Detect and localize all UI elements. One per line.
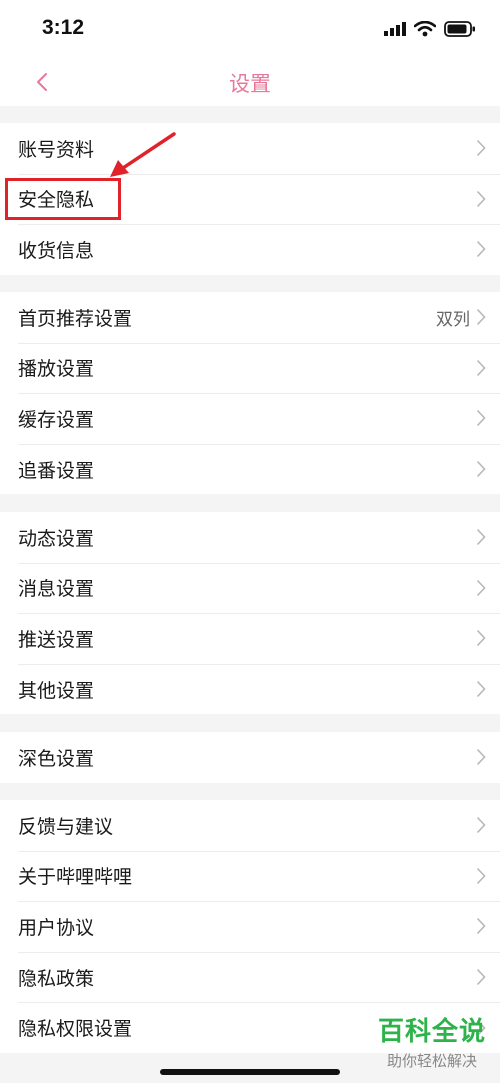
settings-row-home-recommend[interactable]: 首页推荐设置 双列 [0, 292, 500, 343]
annotation-arrow-icon [110, 132, 176, 177]
settings-row-cache[interactable]: 缓存设置 [0, 393, 500, 444]
chevron-right-icon [476, 630, 486, 647]
row-label: 其他设置 [18, 679, 95, 702]
row-label: 首页推荐设置 [18, 307, 133, 330]
status-icons [384, 18, 476, 40]
settings-group-notifications: 动态设置 消息设置 推送设置 其他设置 [0, 512, 500, 715]
row-label: 账号资料 [18, 138, 95, 161]
home-indicator [160, 1069, 340, 1075]
chevron-right-icon [476, 309, 486, 326]
watermark-title: 百科全说 [377, 1017, 486, 1047]
signal-icon [384, 22, 406, 36]
wifi-icon [414, 21, 436, 37]
settings-row-account-profile[interactable]: 账号资料 [0, 123, 500, 174]
settings-group-appearance: 深色设置 [0, 732, 500, 783]
row-label: 播放设置 [18, 358, 95, 381]
settings-row-feedback[interactable]: 反馈与建议 [0, 800, 500, 851]
settings-row-messages[interactable]: 消息设置 [0, 562, 500, 614]
chevron-right-icon [476, 359, 486, 376]
settings-row-push[interactable]: 推送设置 [0, 613, 500, 664]
chevron-right-icon [476, 681, 486, 698]
row-label: 收货信息 [18, 239, 95, 262]
settings-row-privacy-policy[interactable]: 隐私政策 [0, 951, 500, 1003]
row-label: 用户协议 [18, 916, 95, 939]
chevron-right-icon [476, 461, 486, 478]
chevron-right-icon [476, 918, 486, 935]
row-label: 动态设置 [18, 527, 95, 550]
watermark-subtitle: 助你轻松解决 [386, 1052, 477, 1070]
settings-row-dynamic[interactable]: 动态设置 [0, 512, 500, 563]
row-label: 追番设置 [18, 459, 95, 482]
page-title: 设置 [229, 72, 271, 96]
row-label: 深色设置 [18, 747, 95, 770]
settings-row-bangumi[interactable]: 追番设置 [0, 443, 500, 495]
chevron-right-icon [476, 410, 486, 427]
row-value: 双列 [436, 309, 470, 330]
chevron-right-icon [476, 241, 486, 258]
chevron-right-icon [476, 190, 486, 207]
nav-bar: 设置 [0, 58, 500, 106]
settings-row-dark-mode[interactable]: 深色设置 [0, 732, 500, 783]
chevron-right-icon [476, 140, 486, 157]
settings-row-other[interactable]: 其他设置 [0, 663, 500, 715]
chevron-right-icon [476, 529, 486, 546]
chevron-right-icon [476, 579, 486, 596]
status-bar: 3:12 [0, 0, 500, 58]
settings-row-shipping-info[interactable]: 收货信息 [0, 224, 500, 275]
chevron-right-icon [476, 867, 486, 884]
row-label: 消息设置 [18, 578, 95, 601]
chevron-right-icon [476, 749, 486, 766]
row-label: 关于哔哩哔哩 [18, 866, 133, 889]
status-time: 3:12 [42, 16, 85, 39]
battery-icon [444, 21, 475, 37]
row-label: 隐私政策 [18, 967, 95, 990]
chevron-right-icon [476, 969, 486, 986]
chevron-right-icon [476, 817, 486, 834]
row-label: 推送设置 [18, 628, 95, 651]
settings-row-user-agreement[interactable]: 用户协议 [0, 901, 500, 952]
row-label: 反馈与建议 [18, 815, 114, 838]
settings-group-playback: 首页推荐设置 双列 播放设置 缓存设置 追番设置 [0, 292, 500, 495]
settings-row-about[interactable]: 关于哔哩哔哩 [0, 850, 500, 902]
row-label: 缓存设置 [18, 408, 95, 431]
settings-row-playback[interactable]: 播放设置 [0, 342, 500, 394]
watermark: 百科全说 助你轻松解决 [378, 1011, 486, 1071]
